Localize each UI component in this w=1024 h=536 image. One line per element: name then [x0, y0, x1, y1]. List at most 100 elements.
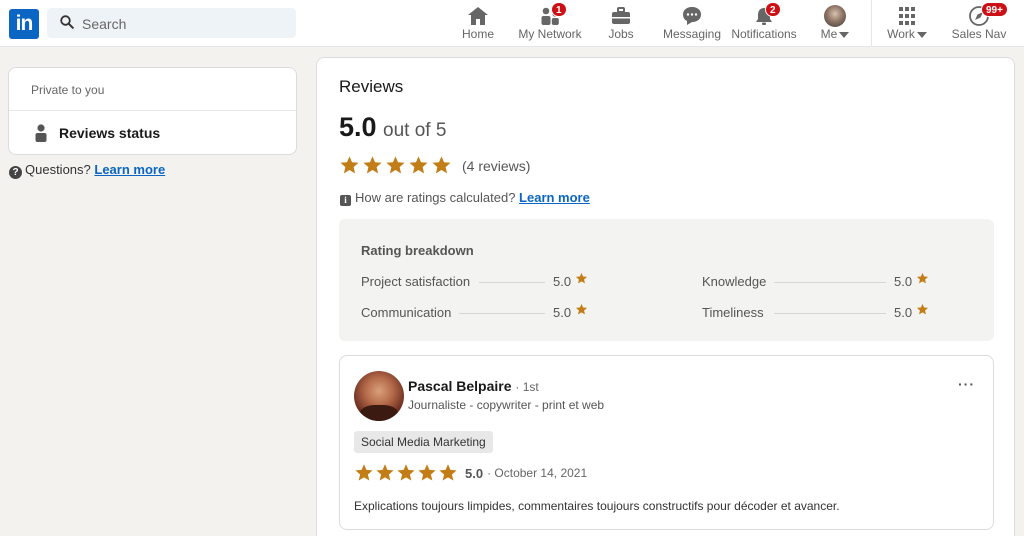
home-icon — [468, 7, 488, 25]
nav-work[interactable]: Work — [882, 0, 932, 47]
learn-more-link[interactable]: Learn more — [94, 162, 165, 177]
reviews-sidebar-card: Private to you Reviews status — [8, 67, 297, 155]
search-icon — [60, 15, 74, 29]
nav-notifications-label: Notifications — [731, 27, 797, 41]
rating-breakdown: Rating breakdown Project satisfaction 5.… — [339, 219, 994, 341]
notifications-badge: 2 — [765, 2, 781, 17]
score-value: 5.0 — [339, 112, 377, 142]
breakdown-value: 5.0 — [894, 305, 913, 320]
review-date: · October 14, 2021 — [487, 466, 588, 480]
service-tag: Social Media Marketing — [354, 431, 493, 453]
star-icon — [916, 272, 929, 284]
breakdown-label: Project satisfaction — [361, 274, 471, 289]
star-icon — [418, 464, 436, 481]
overall-score: 5.0 out of 5 — [339, 112, 446, 143]
nav-my-network[interactable]: 1 My Network — [516, 0, 584, 47]
star-icon — [355, 464, 373, 481]
star-icon — [376, 464, 394, 481]
learn-more-link[interactable]: Learn more — [519, 190, 590, 205]
briefcase-icon — [612, 7, 630, 24]
breakdown-label: Knowledge — [702, 274, 767, 289]
breakdown-value: 5.0 — [553, 274, 572, 289]
breakdown-line — [479, 282, 545, 283]
breakdown-row: Knowledge 5.0 — [702, 271, 937, 291]
breakdown-label: Communication — [361, 305, 452, 320]
search-box[interactable]: Search — [47, 8, 296, 38]
review-text: Explications toujours limpides, commenta… — [354, 499, 840, 513]
network-badge: 1 — [551, 2, 567, 17]
star-icon — [386, 156, 405, 174]
star-icon — [916, 303, 929, 316]
star-icon — [575, 303, 588, 316]
star-icon — [575, 272, 588, 285]
nav-home[interactable]: Home — [452, 0, 504, 47]
star-rating — [339, 155, 454, 176]
nav-notifications[interactable]: 2 Notifications — [729, 0, 799, 47]
star-icon — [432, 156, 451, 174]
review-score: 5.0 — [465, 465, 484, 481]
star-icon — [397, 464, 415, 481]
nav-home-label: Home — [461, 27, 494, 41]
breakdown-title: Rating breakdown — [361, 243, 474, 258]
star-icon — [916, 303, 929, 315]
private-label: Private to you — [31, 83, 105, 97]
breakdown-row: Project satisfaction 5.0 — [361, 271, 596, 291]
nav-jobs-label: Jobs — [608, 27, 634, 41]
info-icon: i — [340, 195, 351, 206]
star-icon — [575, 272, 588, 284]
top-navigation: in Search Home 1 My Network Jobs Messagi… — [0, 0, 1024, 47]
question-icon: ? — [9, 166, 22, 179]
more-options-icon[interactable]: ··· — [958, 376, 975, 392]
breakdown-row: Communication 5.0 — [361, 302, 596, 322]
search-input[interactable]: Search — [82, 16, 126, 32]
review-rating: 5.0 · October 14, 2021 — [354, 463, 587, 483]
nav-messaging[interactable]: Messaging — [661, 0, 723, 47]
questions-line: ? Questions? Learn more — [9, 162, 165, 179]
message-icon — [683, 7, 701, 25]
star-rating — [354, 463, 459, 483]
person-icon — [35, 124, 47, 142]
star-icon — [575, 303, 588, 315]
nav-divider — [871, 0, 872, 47]
overall-stars: (4 reviews) — [339, 155, 530, 176]
breakdown-line — [459, 313, 545, 314]
reviewer-avatar[interactable] — [354, 371, 404, 421]
chevron-down-icon — [916, 31, 927, 38]
star-icon — [363, 156, 382, 174]
star-icon — [916, 272, 929, 285]
me-avatar — [824, 5, 846, 27]
review-card: Pascal Belpaire · 1st Journaliste - copy… — [339, 355, 994, 530]
how-calc-text: How are ratings calculated? — [355, 190, 516, 205]
reviews-card: Reviews 5.0 out of 5 (4 reviews) i How ar… — [316, 57, 1015, 536]
star-icon — [340, 156, 359, 174]
questions-text: Questions? — [25, 162, 91, 177]
page-title: Reviews — [339, 77, 404, 96]
divider — [9, 110, 296, 111]
nav-jobs[interactable]: Jobs — [596, 0, 646, 47]
breakdown-line — [774, 313, 886, 314]
sales-nav-badge: 99+ — [981, 2, 1008, 17]
breakdown-row: Timeliness 5.0 — [702, 302, 937, 322]
star-icon — [409, 156, 428, 174]
reviewer-headline: Journaliste - copywriter - print et web — [408, 398, 605, 412]
score-out-of: out of 5 — [383, 120, 447, 141]
review-count: (4 reviews) — [462, 157, 531, 174]
breakdown-value: 5.0 — [894, 274, 913, 289]
breakdown-value: 5.0 — [553, 305, 572, 320]
chevron-down-icon — [839, 31, 850, 38]
nav-sales-nav-label: Sales Nav — [951, 27, 1007, 41]
grid-icon — [899, 7, 915, 25]
breakdown-label: Timeliness — [702, 305, 764, 320]
nav-sales-nav[interactable]: 99+ Sales Nav — [948, 0, 1010, 47]
nav-me[interactable]: Me — [812, 0, 858, 47]
nav-my-network-label: My Network — [518, 27, 582, 41]
reviews-status-link[interactable]: Reviews status — [59, 125, 160, 141]
star-icon — [439, 464, 457, 481]
nav-me-label: Me — [820, 27, 838, 41]
reviewer-name[interactable]: Pascal Belpaire — [408, 378, 512, 394]
connection-degree: · 1st — [515, 380, 539, 394]
reviewer-line: Pascal Belpaire · 1st — [408, 378, 539, 394]
nav-work-label: Work — [887, 27, 915, 41]
nav-messaging-label: Messaging — [662, 27, 722, 41]
linkedin-logo[interactable]: in — [9, 9, 39, 39]
